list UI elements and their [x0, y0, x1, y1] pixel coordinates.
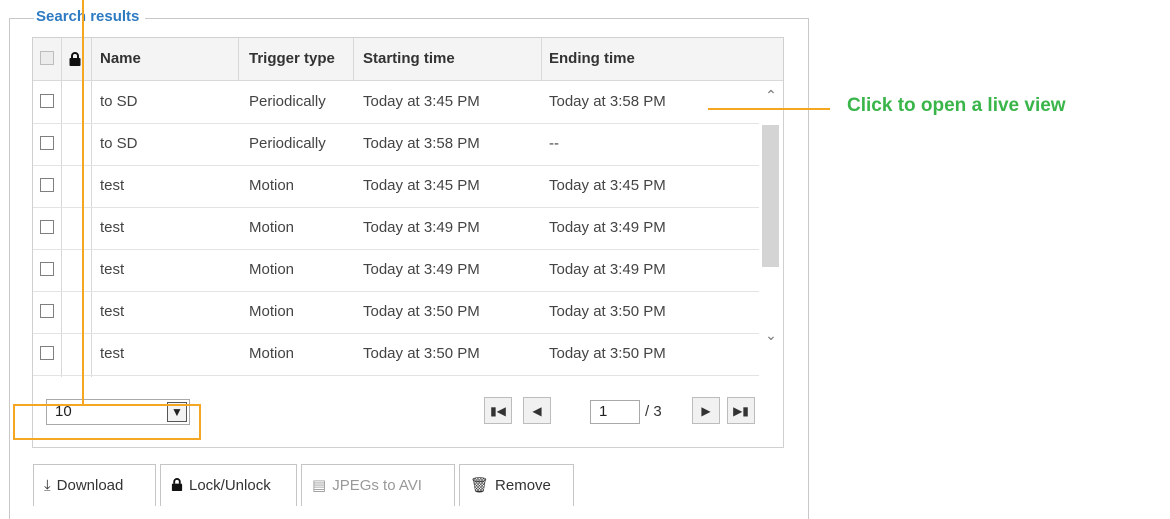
table-row[interactable]: to SD Periodically Today at 3:45 PM Today a… [33, 81, 759, 124]
row-checkbox[interactable] [40, 262, 54, 276]
table-row[interactable]: test Motion Today at 3:45 PM Today at 3:45 … [33, 165, 759, 208]
remove-label: Remove [495, 477, 551, 494]
table-row[interactable]: test Motion Today at 3:50 PM Today at 3:50 … [33, 333, 759, 376]
annotation-highlight-box [13, 404, 201, 440]
cell-name: test [100, 219, 125, 236]
table-header: Name Trigger type Starting time Ending t… [33, 38, 783, 81]
lock-unlock-label: Lock/Unlock [189, 477, 271, 494]
column-header-ending-time[interactable]: Ending time [549, 38, 635, 80]
lock-unlock-button[interactable]: Lock/Unlock [160, 464, 297, 506]
cell-end: Today at 3:50 PM [549, 345, 666, 362]
remove-button[interactable]: 🗑 Remove [459, 464, 574, 506]
cell-name: test [100, 303, 125, 320]
cell-trigger: Motion [249, 303, 295, 320]
cell-end: -- [549, 135, 559, 152]
search-results-title: Search results [34, 8, 146, 25]
cell-trigger: Motion [249, 177, 295, 194]
table-row[interactable]: test Motion Today at 3:49 PM Today at 3:49 … [33, 207, 759, 250]
cell-name: to SD [100, 93, 138, 110]
scroll-up-icon[interactable]: ⌃ [763, 87, 779, 103]
cell-trigger: Periodically [249, 135, 326, 152]
lock-icon [69, 38, 81, 80]
cell-end: Today at 3:58 PM [549, 93, 666, 110]
cell-name: test [100, 261, 125, 278]
cell-name: test [100, 345, 125, 362]
column-header-starting-time[interactable]: Starting time [363, 38, 455, 80]
select-all-checkbox[interactable] [40, 51, 54, 65]
annotation-line [708, 108, 830, 110]
cell-trigger: Motion [249, 345, 295, 362]
cell-end: Today at 3:50 PM [549, 303, 666, 320]
column-header-name[interactable]: Name [100, 38, 141, 80]
download-button[interactable]: ⤓ Download [33, 464, 156, 506]
jpegs-to-avi-label: JPEGs to AVI [332, 477, 422, 494]
row-checkbox[interactable] [40, 346, 54, 360]
download-icon: ⤓ [44, 477, 51, 494]
row-checkbox[interactable] [40, 136, 54, 150]
cell-start: Today at 3:58 PM [363, 135, 480, 152]
column-divider [238, 38, 239, 81]
column-divider [541, 38, 542, 81]
next-page-icon: ▶ [701, 404, 711, 418]
table-row[interactable]: test Motion Today at 3:49 PM Today at 3:49 … [33, 249, 759, 292]
first-page-icon: ▮◀ [490, 404, 506, 418]
annotation-line [82, 0, 84, 405]
cell-start: Today at 3:49 PM [363, 261, 480, 278]
next-page-button[interactable]: ▶ [692, 397, 720, 424]
cell-trigger: Motion [249, 219, 295, 236]
cell-end: Today at 3:49 PM [549, 261, 666, 278]
table-row[interactable]: to SD Periodically Today at 3:58 PM -- [33, 123, 759, 166]
cell-end: Today at 3:49 PM [549, 219, 666, 236]
cell-name: to SD [100, 135, 138, 152]
row-checkbox[interactable] [40, 178, 54, 192]
results-table: Name Trigger type Starting time Ending t… [32, 37, 784, 379]
prev-page-icon: ◀ [532, 404, 542, 418]
cell-start: Today at 3:45 PM [363, 93, 480, 110]
row-checkbox[interactable] [40, 304, 54, 318]
scroll-down-icon[interactable]: ⌄ [763, 327, 779, 343]
page-total: / 3 [645, 403, 662, 420]
row-checkbox[interactable] [40, 220, 54, 234]
table-row[interactable]: test Motion Today at 3:50 PM Today at 3:50 … [33, 291, 759, 334]
page-number-input[interactable]: 1 [590, 400, 640, 424]
cell-trigger: Motion [249, 261, 295, 278]
cell-end: Today at 3:45 PM [549, 177, 666, 194]
lock-icon [171, 465, 183, 507]
film-icon: ▤ [312, 477, 327, 494]
last-page-icon: ▶▮ [733, 404, 749, 418]
annotation-text: Click to open a live view [847, 95, 1066, 116]
prev-page-button[interactable]: ◀ [523, 397, 551, 424]
vertical-scrollbar[interactable]: ⌃ ⌄ [760, 81, 782, 377]
jpegs-to-avi-button[interactable]: ▤ JPEGs to AVI [301, 464, 455, 506]
last-page-button[interactable]: ▶▮ [727, 397, 755, 424]
download-label: Download [56, 477, 124, 494]
cell-name: test [100, 177, 125, 194]
cell-start: Today at 3:50 PM [363, 303, 480, 320]
scrollbar-thumb[interactable] [762, 125, 779, 267]
trash-icon: 🗑 [470, 477, 490, 494]
cell-start: Today at 3:50 PM [363, 345, 480, 362]
cell-start: Today at 3:45 PM [363, 177, 480, 194]
column-header-trigger-type[interactable]: Trigger type [249, 38, 335, 80]
cell-trigger: Periodically [249, 93, 326, 110]
first-page-button[interactable]: ▮◀ [484, 397, 512, 424]
cell-start: Today at 3:49 PM [363, 219, 480, 236]
column-divider [353, 38, 354, 81]
row-checkbox[interactable] [40, 94, 54, 108]
